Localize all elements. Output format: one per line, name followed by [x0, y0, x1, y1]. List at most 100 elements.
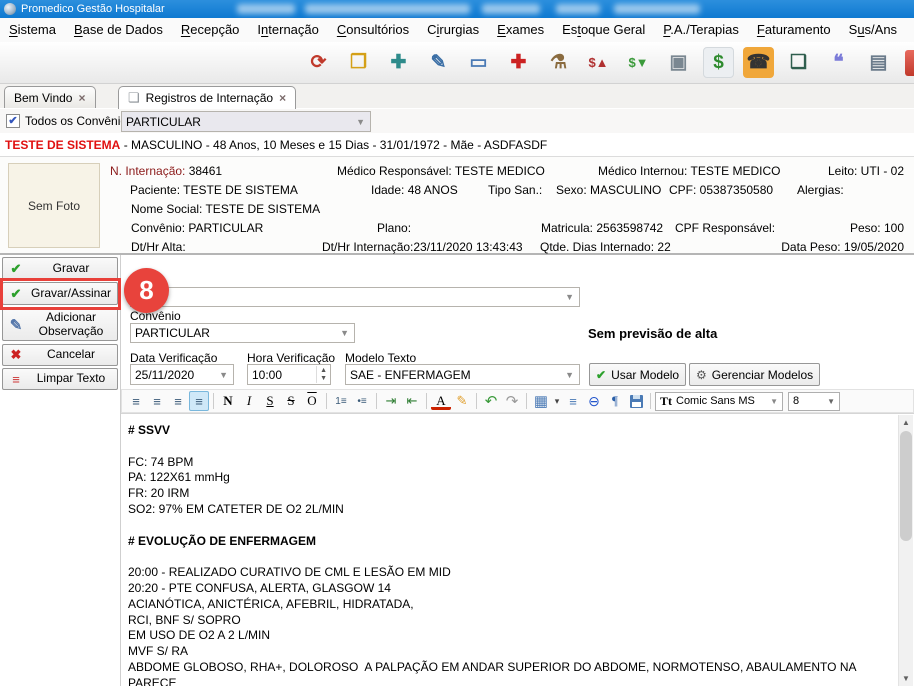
scroll-up-icon[interactable]: ▲	[899, 415, 913, 430]
menu-item[interactable]: Faturamento	[748, 18, 840, 42]
doctor-icon[interactable]: ✚	[383, 47, 414, 78]
tab-bem-vindo[interactable]: Bem Vindo ×	[4, 86, 96, 109]
menu-item[interactable]: Estoque Geral	[553, 18, 654, 42]
manual-icon[interactable]: ❑	[783, 47, 814, 78]
title-bar: Promedico Gestão Hospitalar	[0, 0, 914, 18]
font-color-button[interactable]: A	[431, 396, 451, 410]
editor-text-area[interactable]: # SSVV FC: 74 BPM PA: 122X61 mmHg FR: 20…	[121, 413, 914, 686]
highlight-button[interactable]: ✎	[452, 391, 472, 411]
convenio-filter-select[interactable]: PARTICULAR ▼	[121, 111, 371, 132]
strikethrough-button[interactable]: S	[281, 391, 301, 411]
check-icon: ✔	[3, 261, 29, 277]
menu-item[interactable]: Sistema	[0, 18, 65, 42]
hora-verificacao-label: Hora Verificação	[247, 351, 335, 365]
pilcrow-button[interactable]: ¶	[605, 391, 625, 411]
underline-button[interactable]: S	[260, 391, 280, 411]
menu-item[interactable]: Base de Dados	[65, 18, 172, 42]
finance-icon[interactable]: $	[703, 47, 734, 78]
menu-item[interactable]: Exames	[488, 18, 553, 42]
divider	[526, 393, 527, 409]
bold-button[interactable]: N	[218, 391, 238, 411]
record-type-select[interactable]: ▼	[130, 287, 580, 307]
menu-item[interactable]: Internação	[248, 18, 327, 42]
text-line: PA: 122X61 mmHg	[128, 470, 896, 486]
indent-decrease-button[interactable]: ⇤	[402, 391, 422, 411]
safe-icon[interactable]: ▣	[663, 47, 694, 78]
italic-button[interactable]: I	[239, 391, 259, 411]
menu-item[interactable]: Consultórios	[328, 18, 418, 42]
chat-icon[interactable]: ❝	[823, 47, 854, 78]
indent-increase-button[interactable]: ⇥	[381, 391, 401, 411]
usar-modelo-button[interactable]: ✔ Usar Modelo	[589, 363, 686, 386]
phonebook-icon[interactable]: ☎	[743, 47, 774, 78]
scrollbar-thumb[interactable]	[900, 431, 912, 541]
scroll-down-icon[interactable]: ▼	[899, 671, 913, 686]
field-qtde-dias: Qtde. Dias Internado: 22	[540, 240, 671, 254]
align-right-button[interactable]: ≡	[168, 391, 188, 411]
field-dthr-alta: Dt/Hr Alta:	[131, 240, 186, 254]
todos-convenios-checkbox[interactable]: ✔	[6, 114, 20, 128]
pharmacy-stock-icon[interactable]: ⚗	[543, 47, 574, 78]
convenio-select[interactable]: PARTICULAR▼	[130, 323, 355, 343]
spinner-arrows-icon[interactable]: ▲▼	[316, 366, 330, 383]
chevron-down-icon: ▼	[335, 328, 354, 338]
data-verificacao-picker[interactable]: 25/11/2020▼	[130, 364, 234, 385]
redacted-text	[556, 4, 600, 14]
vertical-scrollbar[interactable]: ▲ ▼	[898, 415, 913, 686]
redacted-text	[614, 4, 700, 14]
modelo-texto-select[interactable]: SAE - ENFERMAGEM▼	[345, 364, 580, 385]
globe-button[interactable]: ⊖	[584, 391, 604, 411]
prescription-icon[interactable]: ✎	[423, 47, 454, 78]
editor-content: # SSVV FC: 74 BPM PA: 122X61 mmHg FR: 20…	[128, 423, 896, 686]
x-icon: ✖	[3, 347, 29, 363]
text-line	[128, 518, 896, 534]
no-discharge-note: Sem previsão de alta	[588, 326, 717, 341]
clipped-toolbar-icon[interactable]	[905, 50, 914, 76]
undo-button[interactable]: ↶	[481, 391, 501, 411]
hospital-bed-icon[interactable]: ▭	[463, 47, 494, 78]
align-justify-button[interactable]: ≡	[189, 391, 209, 411]
paragraph-format-button[interactable]: ≡	[563, 391, 583, 411]
invoice-icon[interactable]: ▤	[863, 47, 894, 78]
align-center-button[interactable]: ≡	[147, 391, 167, 411]
insert-table-button[interactable]: ▦	[531, 391, 551, 411]
patient-summary: - MASCULINO - 48 Anos, 10 Meses e 15 Dia…	[120, 138, 547, 152]
align-left-button[interactable]: ≡	[126, 391, 146, 411]
patient-name: TESTE DE SISTEMA	[5, 138, 120, 152]
overline-button[interactable]: O	[302, 391, 322, 411]
gravar-button[interactable]: ✔ Gravar	[2, 257, 118, 280]
limpar-texto-button[interactable]: ≡ Limpar Texto	[2, 368, 118, 390]
gerenciar-modelos-button[interactable]: ⚙ Gerenciar Modelos	[689, 363, 820, 386]
ordered-list-button[interactable]: 1≡	[331, 391, 351, 411]
text-line	[128, 549, 896, 565]
chevron-down-icon: ▼	[827, 397, 835, 406]
patient-sync-icon[interactable]: ⟳	[303, 47, 334, 78]
cancelar-button[interactable]: ✖ Cancelar	[2, 344, 118, 366]
menu-item[interactable]: Recepção	[172, 18, 249, 42]
expense-icon[interactable]: $▲	[583, 47, 614, 78]
font-family-select[interactable]: Tt Comic Sans MS ▼	[655, 392, 783, 411]
font-size-select[interactable]: 8 ▼	[788, 392, 840, 411]
income-icon[interactable]: $▼	[623, 47, 654, 78]
menu-item[interactable]: Sus/Ans	[840, 18, 906, 42]
adicionar-observacao-button[interactable]: ✎ Adicionar Observação	[2, 308, 118, 341]
field-paciente: Paciente: TESTE DE SISTEMA	[130, 183, 298, 197]
patient-records-icon[interactable]: ❒	[343, 47, 374, 78]
close-icon[interactable]: ×	[279, 91, 286, 105]
chevron-down-icon: ▼	[214, 370, 233, 380]
tab-bar: Bem Vindo × ❏ Registros de Internação ×	[0, 84, 914, 108]
menu-item[interactable]: Caixa	[906, 18, 914, 42]
table-dropdown-icon[interactable]: ▾	[552, 391, 562, 411]
gravar-assinar-button[interactable]: ✔ Gravar/Assinar	[2, 282, 118, 305]
patient-panel: Sem Foto N. Internação: 38461 Médico Res…	[0, 156, 914, 255]
ambulance-icon[interactable]: ✚	[503, 47, 534, 78]
menu-item[interactable]: P.A./Terapias	[654, 18, 748, 42]
menu-item[interactable]: Cirurgias	[418, 18, 488, 42]
gear-icon: ⚙	[696, 368, 707, 382]
unordered-list-button[interactable]: •≡	[352, 391, 372, 411]
close-icon[interactable]: ×	[78, 91, 85, 105]
hora-verificacao-spinner[interactable]: 10:00 ▲▼	[247, 364, 331, 385]
redo-button[interactable]: ↷	[502, 391, 522, 411]
save-template-button[interactable]	[626, 391, 646, 411]
tab-registros-internacao[interactable]: ❏ Registros de Internação ×	[118, 86, 296, 109]
